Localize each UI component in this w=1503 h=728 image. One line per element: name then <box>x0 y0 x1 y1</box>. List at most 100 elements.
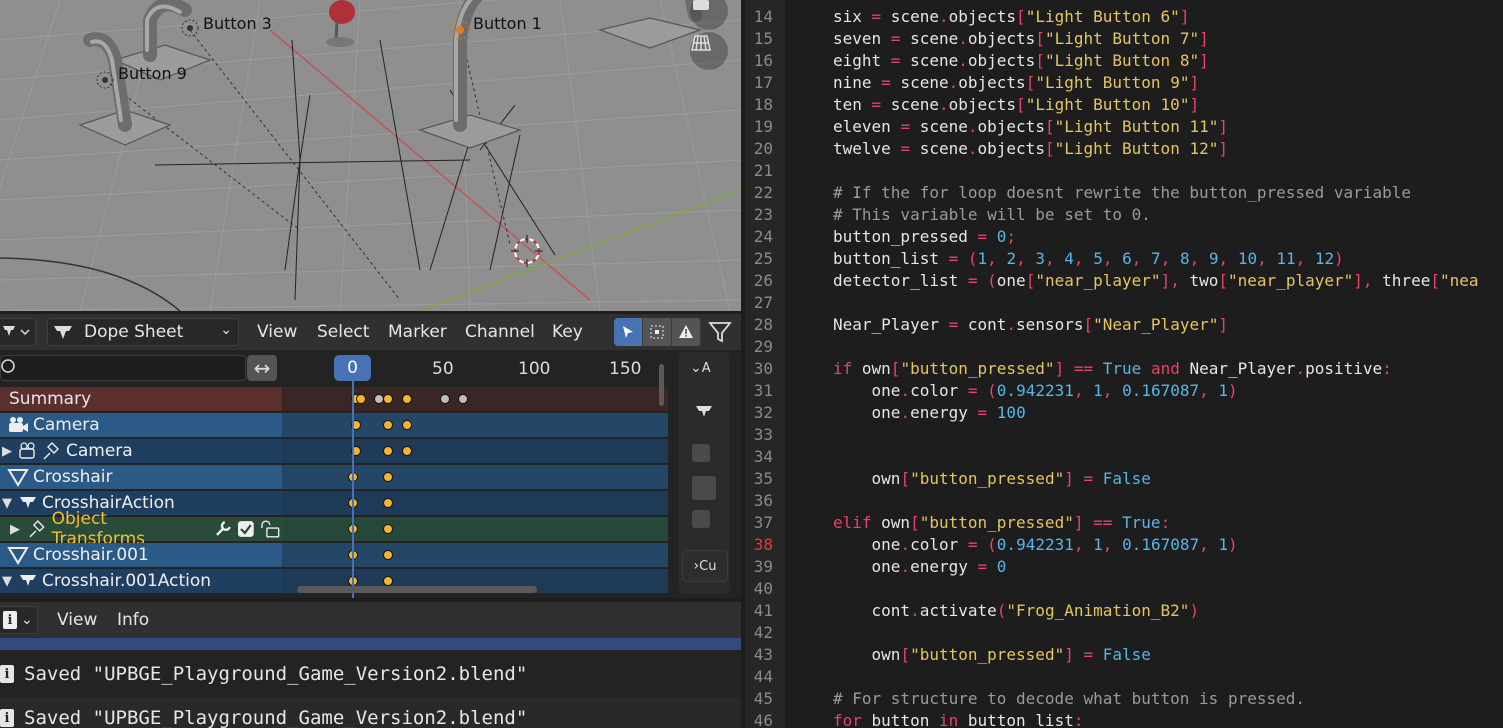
keyframe[interactable] <box>383 472 393 482</box>
code-line[interactable]: 33 <box>745 424 1503 446</box>
log-entry[interactable]: i Saved "UPBGE_Playground_Game_Version2.… <box>0 654 741 694</box>
code-line[interactable]: 19 eleven = scene.objects["Light Button 1… <box>745 116 1503 138</box>
code-line[interactable]: 24 button_pressed = 0; <box>745 226 1503 248</box>
editor-type-selector[interactable] <box>0 318 36 346</box>
code-line[interactable]: 37 elif own["button_pressed"] == True: <box>745 512 1503 534</box>
vertical-scrollbar[interactable] <box>659 364 664 406</box>
keyframe[interactable] <box>383 394 393 404</box>
menu-view[interactable]: View <box>257 322 297 342</box>
code-line[interactable]: 31 one.color = (0.942231, 1, 0.167087, 1… <box>745 380 1503 402</box>
menu-view[interactable]: View <box>57 610 97 630</box>
menu-info[interactable]: Info <box>117 610 149 630</box>
menu-key[interactable]: Key <box>552 322 583 342</box>
select-tool-button[interactable] <box>614 318 643 346</box>
code-line[interactable]: 39 one.energy = 0 <box>745 556 1503 578</box>
expand-triangle-icon[interactable]: ▶ <box>2 444 12 459</box>
channel-crosshair-object[interactable]: Crosshair <box>0 465 668 489</box>
keyframe[interactable] <box>383 576 393 586</box>
filter-button[interactable] <box>708 320 732 349</box>
keyframe[interactable] <box>383 524 393 534</box>
code-line[interactable]: 22 # If the for loop doesnt rewrite the b… <box>745 182 1503 204</box>
code-line[interactable]: 36 <box>745 490 1503 512</box>
keyframe[interactable] <box>383 420 393 430</box>
code-line[interactable]: 44 <box>745 666 1503 688</box>
keyframe[interactable] <box>402 420 412 430</box>
code-line[interactable]: 25 button_list = (1, 2, 3, 4, 5, 6, 7, 8,… <box>745 248 1503 270</box>
checkbox-icon[interactable] <box>237 520 255 538</box>
channel-summary[interactable]: Summary <box>0 387 668 411</box>
collapse-triangle-icon[interactable]: ▼ <box>2 496 12 511</box>
expand-panel-button[interactable]: ⌄A <box>690 360 711 376</box>
code-line[interactable]: 20 twelve = scene.objects["Light Button 1… <box>745 138 1503 160</box>
keyframe[interactable] <box>383 446 393 456</box>
playhead[interactable] <box>352 380 354 598</box>
code-line[interactable]: 17 nine = scene.objects["Light Button 9"] <box>745 72 1503 94</box>
code-line[interactable]: 26 detector_list = (one["near_player"], t… <box>745 270 1503 292</box>
keying-icon[interactable] <box>692 402 716 426</box>
current-frame-indicator[interactable]: 0 <box>334 355 371 381</box>
toggle-button[interactable] <box>692 476 716 500</box>
horizontal-scrollbar[interactable] <box>297 586 537 593</box>
channel-object-transforms[interactable]: ▶ Object Transforms <box>0 509 668 549</box>
menu-marker[interactable]: Marker <box>388 322 447 342</box>
code-line[interactable]: 23 # This variable will be set to 0. <box>745 204 1503 226</box>
selected-log-entry[interactable] <box>0 638 741 650</box>
box-select-button[interactable] <box>643 318 672 346</box>
code-line[interactable]: 29 <box>745 336 1503 358</box>
code-text: ten = scene.objects["Light Button 10"] <box>833 95 1200 114</box>
channel-label: Camera <box>33 415 100 435</box>
3d-viewport[interactable]: Button 3 Button 1 Button 9 <box>0 0 741 311</box>
channel-crosshair-001-object[interactable]: Crosshair.001 <box>0 543 668 567</box>
code-line[interactable]: 21 <box>745 160 1503 182</box>
wrench-icon[interactable] <box>213 519 233 539</box>
keyframe[interactable] <box>402 394 412 404</box>
collapse-triangle-icon[interactable]: ▼ <box>2 574 12 589</box>
channel-camera-object[interactable]: Camera <box>0 413 668 437</box>
keyframe[interactable] <box>383 498 393 508</box>
perspective-toggle-button[interactable] <box>690 32 728 70</box>
code-line[interactable]: 14 six = scene.objects["Light Button 6"] <box>745 6 1503 28</box>
code-line[interactable]: 43 own["button_pressed"] = False <box>745 644 1503 666</box>
keyframe[interactable] <box>383 550 393 560</box>
toggle-button[interactable] <box>692 444 710 462</box>
swap-arrows-button[interactable]: ↔ <box>247 355 277 381</box>
code-line[interactable]: 40 <box>745 578 1503 600</box>
keyframe[interactable] <box>440 394 450 404</box>
expand-triangle-icon[interactable]: ▶ <box>10 522 20 537</box>
channel-search-input[interactable] <box>0 355 246 381</box>
lock-icon[interactable] <box>260 519 282 539</box>
code-text: own["button_pressed"] = False <box>833 469 1151 488</box>
code-line[interactable]: 38 one.color = (0.942231, 1, 0.167087, 1… <box>745 534 1503 556</box>
code-line[interactable]: 16 eight = scene.objects["Light Button 8"… <box>745 50 1503 72</box>
code-line[interactable]: 30 if own["button_pressed"] == True and N… <box>745 358 1503 380</box>
code-line[interactable]: 32 one.energy = 100 <box>745 402 1503 424</box>
code-line[interactable]: 41 cont.activate("Frog_Animation_B2") <box>745 600 1503 622</box>
code-line[interactable]: 35 own["button_pressed"] = False <box>745 468 1503 490</box>
code-line[interactable]: 42 <box>745 622 1503 644</box>
code-line[interactable]: 46 for button in button_list: <box>745 710 1503 728</box>
code-line[interactable]: 15 seven = scene.objects["Light Button 7"… <box>745 28 1503 50</box>
editor-type-selector[interactable]: i ⌄ <box>0 606 38 634</box>
cursor-panel-button[interactable]: › Cu <box>682 550 728 582</box>
line-number: 15 <box>753 29 773 48</box>
warning-button[interactable] <box>672 318 701 346</box>
keyframe[interactable] <box>458 394 468 404</box>
code-line[interactable]: 34 <box>745 446 1503 468</box>
code-line[interactable]: 18 ten = scene.objects["Light Button 10"] <box>745 94 1503 116</box>
dope-sheet-body[interactable]: ↔ 0 50 100 150 Summary Camera ▶ Camera C… <box>0 350 741 598</box>
code-line[interactable]: 45 # For structure to decode what button … <box>745 688 1503 710</box>
code-line[interactable]: 27 <box>745 292 1503 314</box>
info-log[interactable]: i Saved "UPBGE_Playground_Game_Version2.… <box>0 638 741 728</box>
mode-selector[interactable]: Dope Sheet ⌄ <box>47 318 239 346</box>
log-entry[interactable]: i Saved "UPBGE_Playground_Game_Version2.… <box>0 698 741 728</box>
menu-select[interactable]: Select <box>317 322 369 342</box>
keyframe[interactable] <box>402 446 412 456</box>
text-editor[interactable]: 14 six = scene.objects["Light Button 6"] 1… <box>745 0 1503 728</box>
menu-channel[interactable]: Channel <box>465 322 535 342</box>
code-line[interactable]: 28 Near_Player = cont.sensors["Near_Playe… <box>745 314 1503 336</box>
toggle-button[interactable] <box>692 510 710 528</box>
channel-label: Crosshair <box>33 467 113 487</box>
keyframe[interactable] <box>356 394 366 404</box>
channel-camera-action[interactable]: ▶ Camera <box>0 439 668 463</box>
mesh-icon <box>7 547 29 565</box>
